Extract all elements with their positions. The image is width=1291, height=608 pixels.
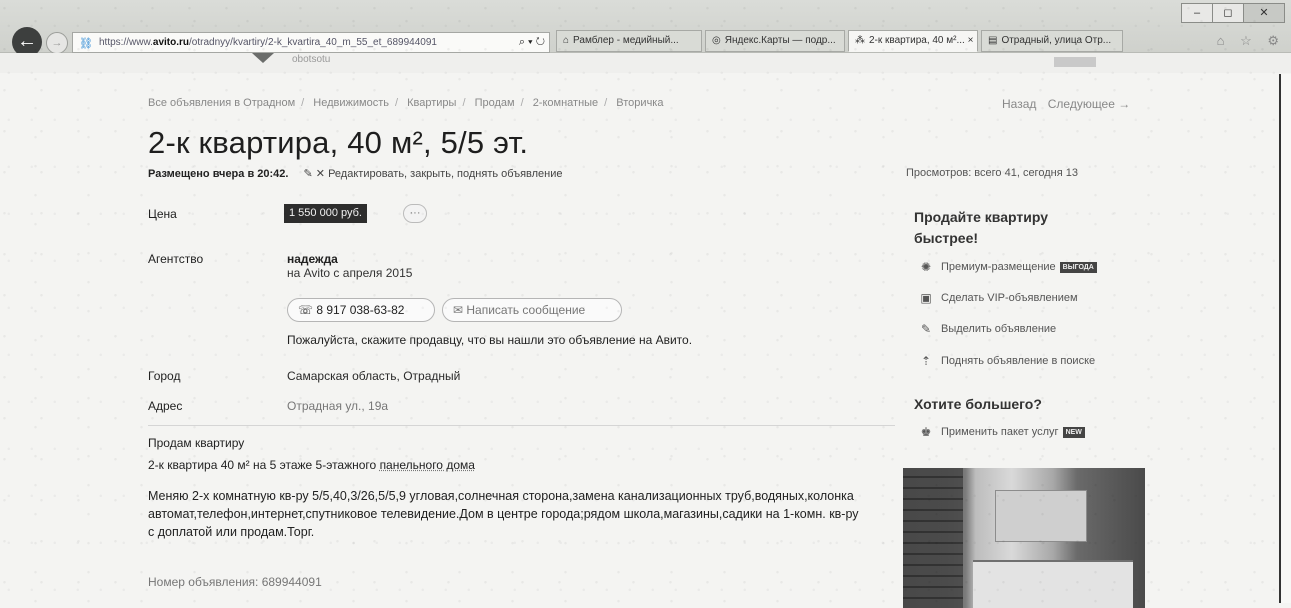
new-tag: NEW [1062, 426, 1085, 438]
address-bar[interactable]: ⛓ https://www.avito.ru/otradnyy/kvartiry… [72, 32, 550, 53]
tab-otradny-street[interactable]: ▤ Отрадный, улица Отр... [981, 30, 1123, 52]
house-type-link[interactable]: панельного дома [380, 458, 475, 472]
globe-icon: ◎ [712, 35, 721, 46]
photo-counter [973, 560, 1133, 608]
close-window-button[interactable]: ✕ [1243, 3, 1285, 23]
breadcrumb-item[interactable]: 2-комнатные [533, 97, 598, 109]
posted-time: Размещено вчера в 20:42. [148, 168, 289, 180]
breadcrumb-item[interactable]: Вторичка [616, 97, 663, 109]
edit-ad-link[interactable]: ✎ ✕ Редактировать, закрыть, поднять объя… [304, 168, 563, 180]
service-package-item[interactable]: ♚ Применить пакет услуг NEW [918, 424, 1085, 440]
browser-chrome: – ◻ ✕ ← → ⛓ https://www.avito.ru/otradny… [0, 0, 1291, 57]
address-domain: avito.ru [152, 37, 190, 48]
page-title: 2-к квартира, 40 м², 5/5 эт. [148, 125, 529, 160]
highlight-ad-item[interactable]: ✎ Выделить объявление [918, 321, 1056, 337]
breadcrumb-item[interactable]: Недвижимость [313, 97, 389, 109]
window-controls: – ◻ ✕ [1181, 3, 1285, 23]
premium-tag: ВЫГОДА [1059, 261, 1097, 273]
price-label: Цена [148, 207, 177, 221]
tab-rambler[interactable]: ⌂ Рамблер - медийный... [556, 30, 702, 52]
scrollbar[interactable] [1279, 74, 1291, 603]
package-icon: ♚ [920, 425, 932, 439]
avito-favicon-icon: ⁂ [855, 35, 865, 46]
vip-icon: ▣ [920, 291, 932, 305]
price-value: 1 550 000 руб. [284, 204, 367, 223]
next-link[interactable]: Следующее → [1048, 97, 1131, 111]
toolbar-icons[interactable]: ⌂ ☆ ⚙ [1217, 33, 1285, 49]
breadcrumb-item[interactable]: Продам [475, 97, 515, 109]
premium-placement-item[interactable]: ✺ Премиум-размещение ВЫГОДА [918, 259, 1097, 275]
tab-avito-active[interactable]: ⁂ 2-к квартира, 40 м²... × [848, 30, 978, 52]
description-title: Продам квартиру [148, 436, 245, 450]
agency-since: на Avito с апреля 2015 [287, 266, 413, 280]
address-label: Адрес [148, 399, 183, 413]
description-body: Меняю 2-х комнатную кв-ру 5/5,40,3/26,5/… [148, 489, 859, 539]
page-icon: ▤ [988, 35, 998, 46]
breadcrumb-item[interactable]: Все объявления в Отрадном [148, 97, 295, 109]
site-sub-text: obotsotu [292, 54, 331, 65]
minimize-button[interactable]: – [1181, 3, 1213, 23]
highlight-icon: ✎ [920, 322, 932, 336]
home-icon: ⌂ [563, 35, 570, 46]
write-message-button[interactable]: ✉ Написать сообщение [442, 298, 622, 322]
seller-tip: Пожалуйста, скажите продавцу, что вы наш… [287, 333, 693, 347]
city-value: Самарская область, Отрадный [287, 369, 461, 383]
agency-label: Агентство [148, 252, 204, 266]
tab-yandex-maps[interactable]: ◎ Яндекс.Карты — подр... [705, 30, 845, 52]
breadcrumb: Все объявления в Отрадном / Недвижимость /… [148, 97, 664, 109]
header-badge [1054, 57, 1096, 67]
breadcrumb-item[interactable]: Квартиры [407, 97, 456, 109]
views-counter: Просмотров: всего 41, сегодня 13 [906, 167, 1078, 179]
photo-brick-wall [903, 468, 963, 608]
vip-ad-item[interactable]: ▣ Сделать VIP-объявлением [918, 290, 1077, 306]
address-value[interactable]: Отрадная ул., 19а [287, 399, 388, 413]
ad-navigation: Назад Следующее → [1002, 97, 1138, 111]
phone-button[interactable]: ☏ 8 917 038-63-82 [287, 298, 435, 322]
maximize-button[interactable]: ◻ [1212, 3, 1244, 23]
forward-arrow-icon[interactable]: → [46, 32, 68, 54]
raise-icon: ⇡ [920, 354, 932, 368]
raise-ad-item[interactable]: ⇡ Поднять объявление в поиске [918, 353, 1095, 369]
agency-name[interactable]: надежда [287, 252, 338, 266]
premium-icon: ✺ [920, 260, 932, 274]
photo-cabinet [995, 490, 1087, 542]
city-label: Город [148, 369, 181, 383]
site-header-strip: obotsotu [0, 53, 1291, 73]
site-favicon-icon: ⛓ [79, 38, 93, 50]
section-divider [148, 425, 895, 426]
posted-info: Размещено вчера в 20:42. ✎ ✕ Редактирова… [148, 167, 563, 180]
back-link[interactable]: Назад [1002, 97, 1036, 111]
description-subtitle: 2-к квартира 40 м² на 5 этаже 5-этажного… [148, 458, 475, 472]
ad-number: Номер объявления: 689944091 [148, 575, 322, 589]
sell-faster-heading: Продайте квартиру быстрее! [914, 209, 1048, 246]
price-more-button[interactable]: ··· [403, 204, 427, 223]
want-more-heading: Хотите большего? [914, 396, 1042, 412]
address-search-refresh-icons[interactable]: ⌕ ▾ ↻ [514, 33, 545, 52]
address-prefix: https://www. [99, 37, 153, 48]
address-path: /otradnyy/kvartiry/2-k_kvartira_40_m_55_… [189, 37, 437, 48]
tab-strip: ⌂ Рамблер - медийный... ◎ Яндекс.Карты — п… [556, 30, 1126, 52]
site-logo-notch-icon [252, 53, 274, 63]
listing-photo[interactable] [903, 468, 1145, 608]
